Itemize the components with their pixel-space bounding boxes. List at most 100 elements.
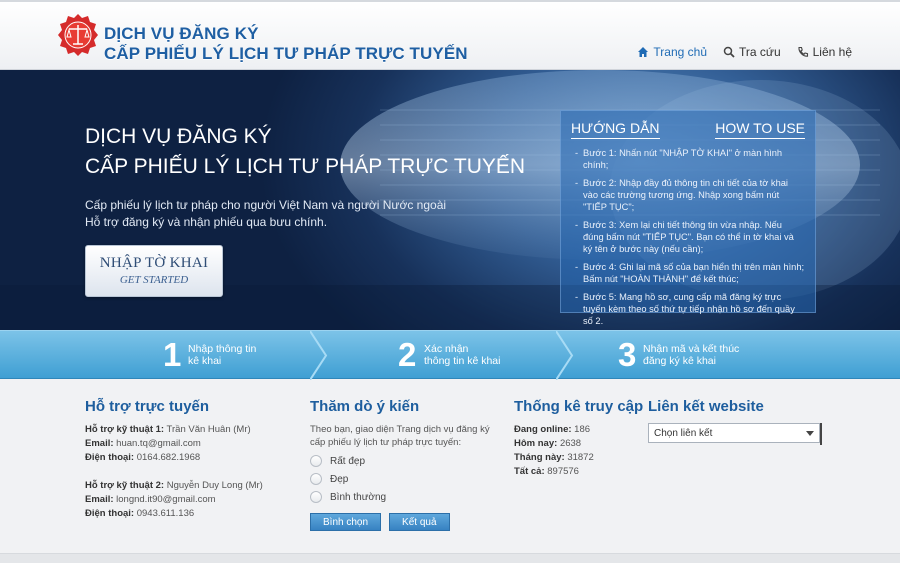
stats-today-label: Hôm nay: [514, 438, 558, 449]
nav-search-link[interactable]: Tra cứu [723, 45, 781, 59]
enter-declaration-button[interactable]: NHẬP TỜ KHAI GET STARTED [85, 245, 223, 297]
guide-header: HƯỚNG DẪN HOW TO USE [561, 111, 815, 139]
poll-question: Theo bạn, giao diện Trang dịch vụ đăng k… [310, 424, 490, 448]
hero-desc-line1: Cấp phiếu lý lịch tư pháp cho người Việt… [85, 198, 447, 212]
site-title-line2: CẤP PHIẾU LÝ LỊCH TƯ PHÁP TRỰC TUYẾN [104, 44, 468, 63]
vote-button[interactable]: Bình chọn [310, 513, 382, 531]
nav-contact-label: Liên hệ [812, 45, 852, 59]
poll-option-label: Rất đẹp [330, 455, 366, 467]
step-text: Xác nhận thông tin kê khai [424, 343, 500, 367]
links-select-wrap: Chọn liên kết [648, 423, 822, 445]
tech1-phone-label: Điện thoại: [85, 452, 135, 463]
site-title[interactable]: DỊCH VỤ ĐĂNG KÝ CẤP PHIẾU LÝ LỊCH TƯ PHÁ… [104, 24, 468, 64]
step-divider-arrow [556, 331, 574, 380]
stats-online-value: 186 [574, 424, 591, 435]
nav-home-link[interactable]: Trang chủ [637, 45, 707, 59]
step-number: 3 [618, 336, 637, 373]
guide-step: Bước 4: Ghi lại mã số của bạn hiển thị t… [575, 261, 805, 285]
stats-total-label: Tất cả: [514, 466, 545, 477]
tech1-name: Trần Văn Huân (Mr) [166, 424, 251, 435]
tech2-email[interactable]: longnd.it90@gmail.com [116, 494, 215, 505]
step-text-line2: kê khai [188, 355, 222, 367]
tech2-label: Hỗ trợ kỹ thuật 2: [85, 480, 165, 491]
home-icon [638, 47, 649, 57]
step-text-line2: đăng ký kê khai [643, 355, 716, 367]
search-icon [723, 46, 735, 58]
support-tech1: Hỗ trợ kỹ thuật 1: Trần Văn Huân (Mr) [85, 423, 263, 437]
tech1-email-label: Email: [85, 438, 114, 449]
process-steps-bar: 1 Nhập thông tin kê khai 2 Xác nhận thôn… [0, 330, 900, 380]
site-title-line1: DỊCH VỤ ĐĂNG KÝ [104, 24, 259, 43]
tech1-label: Hỗ trợ kỹ thuật 1: [85, 424, 165, 435]
hero-banner: DỊCH VỤ ĐĂNG KÝ CẤP PHIẾU LÝ LỊCH TƯ PHÁ… [0, 70, 900, 330]
step-number: 1 [163, 336, 182, 373]
support-tech1-phone: Điện thoại: 0164.682.1968 [85, 451, 263, 465]
cta-main-label: NHẬP TỜ KHAI [99, 255, 209, 271]
poll-option-normal[interactable]: Bình thường [310, 491, 490, 503]
poll-option-nice[interactable]: Đẹp [310, 473, 490, 485]
radio-button[interactable] [310, 473, 322, 485]
nav-search-label: Tra cứu [739, 45, 781, 59]
guide-step: Bước 1: Nhấn nút "NHẬP TỜ KHAI" ở màn hì… [575, 147, 805, 171]
stats-month: Tháng này: 31872 [514, 451, 643, 465]
stats-online-label: Đang online: [514, 424, 572, 435]
poll-actions: Bình chọn Kết quả [310, 513, 490, 531]
stats-month-label: Tháng này: [514, 452, 565, 463]
guide-step: Bước 3: Xem lại chi tiết thông tin vừa n… [575, 219, 805, 255]
step-text: Nhập thông tin kê khai [188, 343, 256, 367]
step-text-line1: Xác nhận [424, 343, 469, 355]
scales-of-justice-logo-icon[interactable] [58, 12, 98, 58]
website-links-select[interactable]: Chọn liên kết [648, 423, 820, 443]
support-title: Hỗ trợ trực tuyến [85, 398, 210, 415]
poll-option-label: Bình thường [330, 491, 387, 503]
support-tech2-email: Email: longnd.it90@gmail.com [85, 493, 263, 507]
nav-home-label: Trang chủ [653, 45, 708, 59]
step-text-line2: thông tin kê khai [424, 355, 501, 367]
tech2-phone: 0943.611.136 [136, 508, 195, 519]
stats-total-value: 897576 [547, 466, 579, 477]
tech2-phone-label: Điện thoại: [85, 508, 135, 519]
how-to-use-panel: HƯỚNG DẪN HOW TO USE Bước 1: Nhấn nút "N… [560, 110, 816, 326]
nav-contact-link[interactable]: Liên hệ [797, 45, 852, 59]
support-tech1-email: Email: huan.tq@gmail.com [85, 437, 263, 451]
bottom-content: Hỗ trợ trực tuyến Hỗ trợ kỹ thuật 1: Trầ… [0, 380, 900, 563]
radio-button[interactable] [310, 455, 322, 467]
step-number: 2 [398, 336, 417, 373]
guide-step: Bước 2: Nhập đầy đủ thông tin chi tiết c… [575, 177, 805, 213]
stats-today-value: 2638 [559, 438, 582, 449]
stats-section: Thống kê truy cập Đang online: 186 Hôm n… [514, 398, 643, 479]
stats-today: Hôm nay: 2638 [514, 437, 643, 451]
hero-desc-line2: Hỗ trợ đăng ký và nhận phiếu qua bưu chí… [85, 215, 328, 229]
stats-month-value: 31872 [567, 452, 594, 463]
tech1-phone: 0164.682.1968 [136, 452, 201, 463]
step-text: Nhận mã và kết thúc đăng ký kê khai [643, 343, 739, 367]
links-section: Liên kết website Chọn liên kết [648, 398, 822, 445]
stats-total: Tất cả: 897576 [514, 465, 643, 479]
hero-title-line2: CẤP PHIẾU LÝ LỊCH TƯ PHÁP TRỰC TUYẾN [85, 155, 526, 178]
support-tech2: Hỗ trợ kỹ thuật 2: Nguyễn Duy Long (Mr) [85, 479, 263, 493]
step-divider-arrow [310, 331, 328, 380]
poll-option-very-nice[interactable]: Rất đẹp [310, 455, 490, 467]
poll-section: Thăm dò ý kiến Theo bạn, giao diện Trang… [310, 398, 490, 531]
links-title: Liên kết website [648, 398, 764, 415]
poll-option-label: Đẹp [330, 473, 349, 485]
support-tech2-phone: Điện thoại: 0943.611.136 [85, 507, 263, 521]
guide-title-en: HOW TO USE [715, 120, 805, 139]
footer-strip [0, 553, 900, 563]
cta-sub-label: GET STARTED [119, 274, 189, 286]
site-header: DỊCH VỤ ĐĂNG KÝ CẤP PHIẾU LÝ LỊCH TƯ PHÁ… [0, 0, 900, 70]
poll-title: Thăm dò ý kiến [310, 398, 420, 415]
guide-steps: Bước 1: Nhấn nút "NHẬP TỜ KHAI" ở màn hì… [561, 139, 815, 327]
phone-icon [798, 46, 808, 57]
step-text-line1: Nhận mã và kết thúc [643, 343, 740, 355]
hero-description: Cấp phiếu lý lịch tư pháp cho người Việt… [85, 197, 446, 231]
results-button[interactable]: Kết quả [389, 513, 450, 531]
top-nav: Trang chủ Tra cứu Liên hệ [637, 45, 852, 59]
hero-title-line1: DỊCH VỤ ĐĂNG KÝ [85, 125, 272, 148]
stats-title: Thống kê truy cập [514, 398, 644, 415]
tech2-email-label: Email: [85, 494, 114, 505]
guide-title-vi: HƯỚNG DẪN [571, 120, 660, 139]
tech1-email[interactable]: huan.tq@gmail.com [116, 438, 201, 449]
radio-button[interactable] [310, 491, 322, 503]
stats-online: Đang online: 186 [514, 423, 643, 437]
